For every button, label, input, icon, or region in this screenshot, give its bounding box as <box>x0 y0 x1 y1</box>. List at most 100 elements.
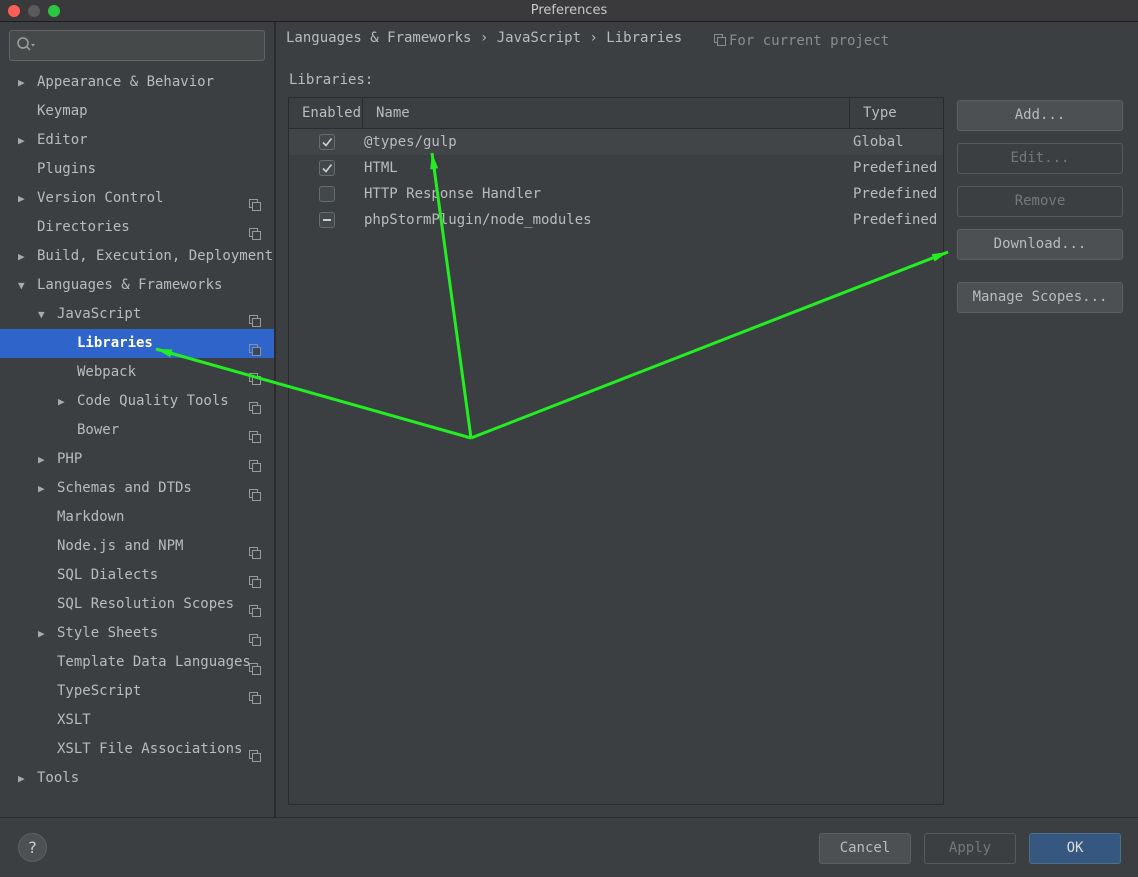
project-scope-icon <box>249 425 261 443</box>
sidebar-item-label: Keymap <box>37 103 88 119</box>
project-scope-icon <box>249 599 261 617</box>
library-type: Predefined <box>853 160 938 176</box>
edit-library-button[interactable]: Edit... <box>957 143 1123 174</box>
sidebar-item-label: Version Control <box>37 190 164 206</box>
sidebar-item-label: XSLT File Associations <box>57 741 243 757</box>
apply-button[interactable]: Apply <box>924 833 1016 864</box>
sidebar-item[interactable]: ▼ Languages & Frameworks <box>0 271 274 300</box>
remove-library-button[interactable]: Remove <box>957 186 1123 217</box>
collapsed-arrow-icon[interactable]: ▶ <box>18 764 30 793</box>
search-icon[interactable] <box>16 36 36 54</box>
sidebar-item-label: Bower <box>77 422 120 438</box>
sidebar-item[interactable]: Directories <box>0 213 274 242</box>
project-scope-icon <box>249 454 261 472</box>
help-button[interactable]: ? <box>18 833 47 862</box>
sidebar-item[interactable]: XSLT <box>0 706 274 735</box>
collapsed-arrow-icon[interactable]: ▶ <box>18 68 30 97</box>
project-scope-icon <box>249 541 261 559</box>
sidebar-item[interactable]: ▶ Style Sheets <box>0 619 274 648</box>
column-name-header[interactable]: Name <box>376 98 410 129</box>
ok-button[interactable]: OK <box>1029 833 1121 864</box>
project-scope-icon <box>714 34 726 46</box>
sidebar-item[interactable]: ▶ PHP <box>0 445 274 474</box>
enabled-checkbox-checked[interactable] <box>319 134 335 150</box>
library-name: @types/gulp <box>364 134 457 150</box>
sidebar-item[interactable]: Node.js and NPM <box>0 532 274 561</box>
collapsed-arrow-icon[interactable]: ▶ <box>18 184 30 213</box>
sidebar-item[interactable]: ▶ Tools <box>0 764 274 793</box>
sidebar-item[interactable]: SQL Dialects <box>0 561 274 590</box>
sidebar-item[interactable]: Webpack <box>0 358 274 387</box>
sidebar-item[interactable]: Template Data Languages <box>0 648 274 677</box>
sidebar-item[interactable]: Keymap <box>0 97 274 126</box>
sidebar-item[interactable]: ▼ JavaScript <box>0 300 274 329</box>
collapsed-arrow-icon[interactable]: ▶ <box>58 387 70 416</box>
enabled-checkbox-checked[interactable] <box>319 160 335 176</box>
collapsed-arrow-icon[interactable]: ▶ <box>18 126 30 155</box>
table-row[interactable]: @types/gulp Global <box>289 129 943 155</box>
sidebar-item-label: Tools <box>37 770 80 786</box>
sidebar-item[interactable]: Plugins <box>0 155 274 184</box>
sidebar-item[interactable]: ▶ Appearance & Behavior <box>0 68 274 97</box>
sidebar-item[interactable]: ▶ Schemas and DTDs <box>0 474 274 503</box>
manage-scopes-button[interactable]: Manage Scopes... <box>957 282 1123 313</box>
sidebar-item[interactable]: SQL Resolution Scopes <box>0 590 274 619</box>
column-type-header[interactable]: Type <box>863 98 897 129</box>
settings-tree: ▶ Appearance & Behavior Keymap ▶ Editor Plugi… <box>0 68 274 793</box>
sidebar-item-label: PHP <box>57 451 83 467</box>
enabled-checkbox[interactable] <box>319 186 335 202</box>
sidebar-item[interactable]: ▶ Code Quality Tools <box>0 387 274 416</box>
expanded-arrow-icon[interactable]: ▼ <box>18 271 30 300</box>
libraries-table[interactable]: Enabled Name Type @types/gulp Global HTML P… <box>288 97 944 805</box>
collapsed-arrow-icon[interactable]: ▶ <box>38 474 50 503</box>
table-row[interactable]: phpStormPlugin/node_modules Predefined <box>289 207 943 233</box>
expanded-arrow-icon[interactable]: ▼ <box>38 300 50 329</box>
sidebar-item-label: Editor <box>37 132 88 148</box>
sidebar-item-label: Directories <box>37 219 130 235</box>
sidebar-item-label: JavaScript <box>57 306 142 322</box>
enabled-checkbox-mixed[interactable] <box>319 212 335 228</box>
collapsed-arrow-icon[interactable]: ▶ <box>18 242 30 271</box>
sidebar-item-label: Node.js and NPM <box>57 538 184 554</box>
sidebar-item[interactable]: Bower <box>0 416 274 445</box>
project-scope-icon <box>249 657 261 675</box>
project-scope-icon <box>249 396 261 414</box>
column-enabled-header[interactable]: Enabled <box>302 98 361 129</box>
library-name: HTML <box>364 160 398 176</box>
collapsed-arrow-icon[interactable]: ▶ <box>38 619 50 648</box>
settings-search-input[interactable] <box>9 30 265 61</box>
sidebar-item-label: Build, Execution, Deployment <box>37 248 274 264</box>
for-current-project-label: For current project <box>729 33 890 49</box>
add-library-button[interactable]: Add... <box>957 100 1123 131</box>
sidebar-item-label: Libraries <box>77 335 153 351</box>
project-scope-icon <box>249 193 261 211</box>
sidebar-item[interactable]: Markdown <box>0 503 274 532</box>
library-name: phpStormPlugin/node_modules <box>364 212 592 228</box>
sidebar-item-label: Schemas and DTDs <box>57 480 192 496</box>
sidebar-item-label: Plugins <box>37 161 97 177</box>
sidebar-item[interactable]: TypeScript <box>0 677 274 706</box>
window-title: Preferences <box>530 3 608 18</box>
sidebar-item-label: SQL Dialects <box>57 567 159 583</box>
sidebar-item[interactable]: XSLT File Associations <box>0 735 274 764</box>
sidebar-item-label: XSLT <box>57 712 91 728</box>
column-divider[interactable] <box>362 98 363 129</box>
download-library-button[interactable]: Download... <box>957 229 1123 260</box>
collapsed-arrow-icon[interactable]: ▶ <box>38 445 50 474</box>
cancel-button[interactable]: Cancel <box>819 833 911 864</box>
settings-content: Languages & Frameworks › JavaScript › Li… <box>276 22 1138 817</box>
project-scope-icon <box>249 570 261 588</box>
sidebar-item[interactable]: ▶ Editor <box>0 126 274 155</box>
sidebar-item-label: Languages & Frameworks <box>37 277 223 293</box>
sidebar-item[interactable]: Libraries <box>0 329 274 358</box>
table-row[interactable]: HTML Predefined <box>289 155 943 181</box>
settings-sidebar: ▶ Appearance & Behavior Keymap ▶ Editor Plugi… <box>0 22 275 817</box>
library-type: Global <box>853 134 904 150</box>
table-row[interactable]: HTTP Response Handler Predefined <box>289 181 943 207</box>
sidebar-item-label: SQL Resolution Scopes <box>57 596 235 612</box>
column-divider[interactable] <box>849 98 850 129</box>
sidebar-item-label: Webpack <box>77 364 137 380</box>
sidebar-item[interactable]: ▶ Version Control <box>0 184 274 213</box>
project-scope-icon <box>249 483 261 501</box>
sidebar-item[interactable]: ▶ Build, Execution, Deployment <box>0 242 274 271</box>
